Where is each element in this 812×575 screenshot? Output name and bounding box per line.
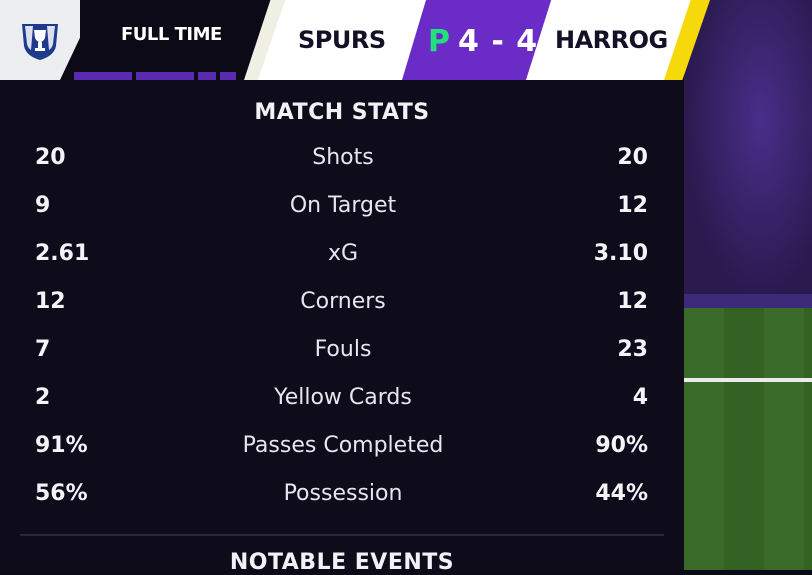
stat-label: Yellow Cards	[274, 385, 412, 410]
progress-segment	[136, 72, 194, 80]
away-team-name: HARROG	[555, 26, 668, 54]
stat-row-possession: 56% Possession 44%	[0, 481, 684, 529]
score: 4 - 4	[458, 24, 539, 59]
notable-events-title: NOTABLE EVENTS	[229, 550, 455, 575]
away-stat-value: 20	[617, 145, 648, 170]
away-stat-value: 12	[617, 289, 648, 314]
trophy-shield-icon	[22, 24, 58, 60]
progress-segment	[74, 72, 132, 80]
stat-row-passes-completed: 91% Passes Completed 90%	[0, 433, 684, 481]
advertising-boards	[684, 294, 812, 308]
away-stat-value: 23	[617, 337, 648, 362]
home-team-name: SPURS	[298, 26, 386, 54]
section-divider	[20, 534, 664, 536]
pitch-line	[684, 378, 812, 382]
stat-row-xg: 2.61 xG 3.10	[0, 241, 684, 289]
stat-row-shots: 20 Shots 20	[0, 145, 684, 193]
progress-segment	[198, 72, 216, 80]
stat-label: Fouls	[314, 337, 372, 362]
away-stat-value: 4	[632, 385, 648, 410]
stat-label: Passes Completed	[242, 433, 444, 458]
stat-row-on-target: 9 On Target 12	[0, 193, 684, 241]
penalties-indicator: P	[428, 24, 450, 59]
away-stat-value: 90%	[595, 433, 648, 458]
stat-label: Corners	[300, 289, 386, 314]
match-stats-title: MATCH STATS	[254, 100, 430, 125]
stat-label: xG	[327, 241, 359, 266]
stat-label: Possession	[283, 481, 403, 506]
match-status: FULL TIME	[121, 24, 222, 45]
stat-row-yellow-cards: 2 Yellow Cards 4	[0, 385, 684, 433]
stat-row-fouls: 7 Fouls 23	[0, 337, 684, 385]
scoreboard-header: FULL TIME SPURS P 4 - 4 HARROG	[0, 0, 812, 80]
away-stat-value: 3.10	[593, 241, 648, 266]
stat-label: Shots	[312, 145, 374, 170]
pitch-grass	[684, 308, 812, 570]
away-stat-value: 44%	[595, 481, 648, 506]
stat-row-corners: 12 Corners 12	[0, 289, 684, 337]
background-stadium-image	[684, 0, 812, 570]
stat-label: On Target	[289, 193, 397, 218]
away-stat-value: 12	[617, 193, 648, 218]
progress-segment	[220, 72, 236, 80]
